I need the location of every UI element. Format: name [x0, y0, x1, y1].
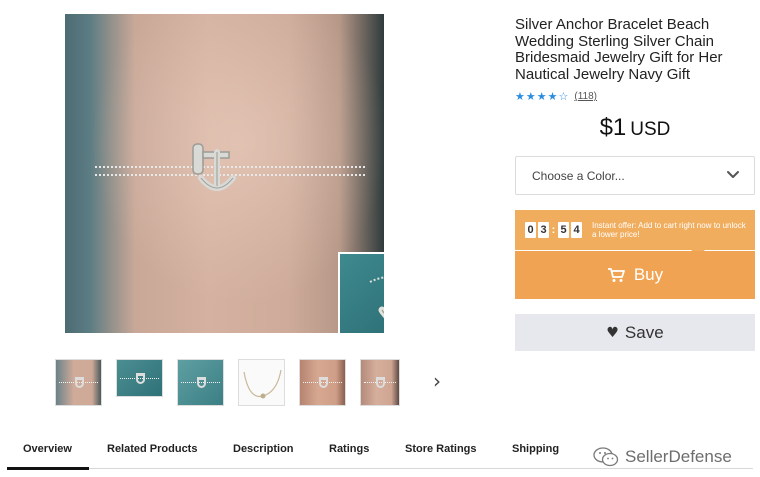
color-select-placeholder: Choose a Color... [532, 168, 625, 183]
chevron-right-icon[interactable]: › [428, 370, 446, 392]
thumbnail-anchor-icon [136, 373, 145, 384]
chevron-down-icon [727, 171, 739, 178]
thumbnail-strip [55, 359, 400, 406]
timer-digit: 5 [558, 222, 569, 238]
price-currency: USD [630, 119, 671, 140]
tab-related-products[interactable]: Related Products [107, 443, 197, 455]
thumbnail-anchor-icon [75, 377, 84, 388]
thumbnail-anchor-icon [197, 377, 206, 388]
product-title: Silver Anchor Bracelet Beach Wedding Ste… [515, 16, 723, 83]
timer-separator: : [551, 224, 556, 236]
color-select[interactable]: Choose a Color... [515, 156, 755, 195]
anchor-charm-icon [192, 143, 236, 191]
anchor-closeup-icon [369, 276, 384, 319]
wechat-icon [593, 447, 619, 467]
product-price: $1 USD [515, 114, 755, 142]
offer-text: Instant offer: Add to cart right now to … [592, 221, 746, 239]
buy-button-label: Buy [633, 265, 664, 284]
star-filled-icon: ★ [536, 90, 547, 103]
thumbnail-3[interactable] [177, 359, 224, 406]
star-rating: ★ ★ ★ ★ ☆ [515, 90, 568, 103]
thumbnail-bracelet-icon [243, 369, 282, 399]
thumbnail-anchor-icon [319, 377, 328, 388]
tab-store-ratings[interactable]: Store Ratings [405, 443, 477, 455]
thumbnail-2[interactable] [116, 359, 163, 397]
timer-digit: 3 [538, 222, 549, 238]
countdown-timer: 0 3 : 5 4 [525, 222, 582, 238]
watermark-text: SellerDefense [625, 447, 732, 466]
product-rating[interactable]: ★ ★ ★ ★ ☆ (118) [515, 90, 597, 103]
thumbnail-6[interactable] [360, 359, 400, 406]
star-filled-icon: ★ [515, 90, 525, 103]
star-empty-icon: ☆ [558, 90, 569, 103]
tab-ratings[interactable]: Ratings [329, 443, 369, 455]
save-button[interactable]: ♥ Save [515, 314, 755, 351]
thumbnail-1[interactable] [55, 359, 102, 406]
review-count-link[interactable]: (118) [574, 91, 597, 102]
tab-description[interactable]: Description [233, 443, 294, 455]
star-filled-icon: ★ [525, 90, 536, 103]
price-amount: $1 [599, 114, 627, 141]
heart-icon: ♥ [606, 324, 619, 341]
thumbnail-5[interactable] [299, 359, 346, 406]
cart-icon [607, 268, 625, 282]
timer-digit: 4 [571, 222, 582, 238]
timer-digit: 0 [525, 222, 536, 238]
product-main-image[interactable] [65, 14, 384, 333]
tab-overview[interactable]: Overview [23, 443, 72, 455]
thumbnail-4[interactable] [238, 359, 285, 406]
active-tab-indicator [7, 467, 89, 470]
instant-offer-banner: 0 3 : 5 4 Instant offer: Add to cart rig… [515, 210, 755, 256]
thumbnail-anchor-icon [376, 377, 385, 388]
buy-button[interactable]: Buy [515, 251, 755, 299]
tab-shipping[interactable]: Shipping [512, 443, 559, 455]
save-button-label: Save [624, 322, 664, 342]
tabs-divider [89, 468, 753, 469]
product-detail-inset [338, 252, 384, 333]
star-filled-icon: ★ [547, 90, 558, 103]
watermark: SellerDefense [593, 446, 732, 468]
